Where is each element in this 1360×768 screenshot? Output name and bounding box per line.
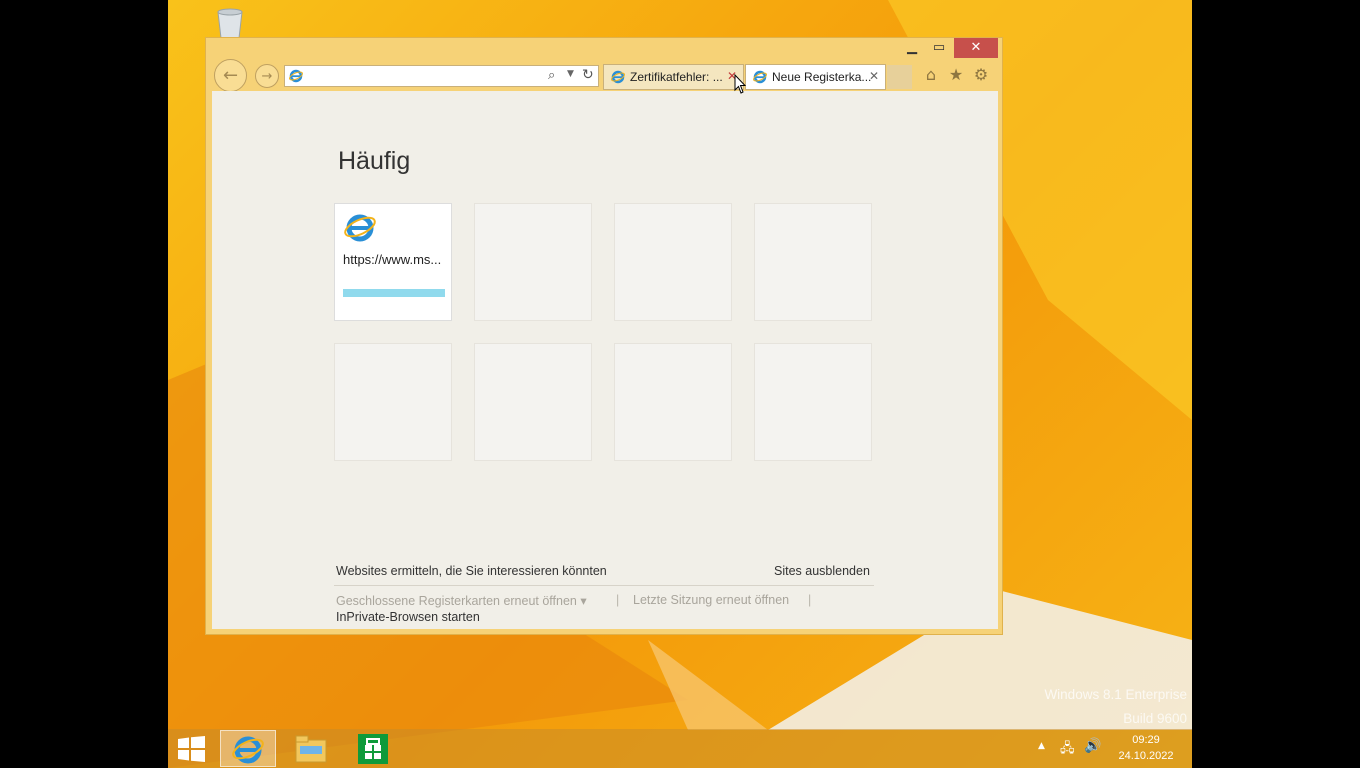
taskbar-store[interactable] (345, 730, 401, 767)
back-arrow-icon: ← (222, 65, 239, 86)
windows-watermark: Windows 8.1 Enterprise Build 9600 (1044, 683, 1187, 731)
discover-sites-link[interactable]: Websites ermitteln, die Sie interessiere… (336, 564, 607, 578)
store-icon (358, 734, 388, 764)
new-tab-page: Häufig https://www.ms... Websites ermitt… (212, 91, 998, 629)
chevron-down-icon[interactable]: ▼ (567, 69, 574, 79)
maximize-button[interactable]: ▭ (928, 38, 950, 58)
close-tab-icon[interactable]: ✕ (869, 69, 879, 83)
desktop: ▁ ▭ ✕ ← → ⌕ ▼ ↻ Zertifikatfehler: ... ✕ … (168, 0, 1192, 768)
search-icon[interactable]: ⌕ (548, 68, 555, 83)
home-icon[interactable]: ⌂ (921, 65, 941, 85)
empty-tile (614, 343, 732, 461)
refresh-icon[interactable]: ↻ (582, 67, 594, 83)
reopen-last-session-link[interactable]: Letzte Sitzung erneut öffnen (633, 593, 789, 607)
empty-tile (474, 343, 592, 461)
recycle-bin-icon[interactable] (212, 6, 248, 40)
new-tab-button[interactable] (887, 65, 912, 89)
minimize-button[interactable]: ▁ (902, 38, 922, 58)
forward-arrow-icon: → (261, 68, 273, 84)
windows-start-icon[interactable] (178, 736, 205, 762)
hide-sites-link[interactable]: Sites ausblenden (774, 564, 870, 578)
taskbar-internet-explorer[interactable] (220, 730, 276, 767)
tab-label: Zertifikatfehler: ... (630, 70, 723, 84)
separator: | (616, 593, 620, 607)
forward-button[interactable]: → (255, 64, 279, 88)
taskbar: ▲ 🖧 🔊 09:29 24.10.2022 (168, 729, 1192, 768)
close-window-button[interactable]: ✕ (954, 38, 998, 58)
tile-usage-bar (343, 289, 445, 297)
clock-time[interactable]: 09:29 (1114, 734, 1178, 746)
gear-icon[interactable]: ⚙ (971, 65, 991, 85)
reopen-closed-tabs-link[interactable]: Geschlossene Registerkarten erneut öffne… (336, 593, 587, 608)
watermark-edition: Windows 8.1 Enterprise (1044, 687, 1187, 702)
empty-tile (614, 203, 732, 321)
page-title: Häufig (338, 147, 411, 175)
frequent-site-tile[interactable]: https://www.ms... (334, 203, 452, 321)
empty-tile (754, 203, 872, 321)
network-icon[interactable]: 🖧 (1060, 739, 1075, 761)
separator: | (808, 593, 812, 607)
empty-tile (474, 203, 592, 321)
mouse-cursor-icon (734, 74, 746, 94)
tab-certificate-error[interactable]: Zertifikatfehler: ... ✕ (603, 64, 744, 90)
tab-new-tab[interactable]: Neue Registerka... ✕ (745, 64, 886, 90)
show-hidden-icons-icon[interactable]: ▲ (1038, 741, 1045, 751)
folder-icon (295, 735, 327, 763)
address-input[interactable] (305, 68, 545, 84)
empty-tile (754, 343, 872, 461)
taskbar-file-explorer[interactable] (283, 730, 339, 767)
ie-logo-icon (611, 70, 625, 84)
inprivate-browsing-link[interactable]: InPrivate-Browsen starten (336, 610, 480, 624)
back-button[interactable]: ← (214, 59, 247, 92)
ie-logo-icon (289, 69, 303, 83)
ie-logo-icon (232, 736, 264, 764)
address-bar: ⌕ ▼ ↻ (284, 65, 599, 87)
clock-date[interactable]: 24.10.2022 (1114, 750, 1178, 762)
tile-label: https://www.ms... (343, 252, 442, 267)
ie-logo-icon (344, 214, 376, 242)
ie-logo-icon (753, 70, 767, 84)
volume-icon[interactable]: 🔊 (1084, 738, 1101, 754)
internet-explorer-window: ▁ ▭ ✕ ← → ⌕ ▼ ↻ Zertifikatfehler: ... ✕ … (205, 37, 1003, 635)
empty-tile (334, 343, 452, 461)
tab-label: Neue Registerka... (772, 70, 872, 84)
divider (334, 585, 874, 586)
star-icon[interactable]: ★ (946, 65, 966, 85)
watermark-build: Build 9600 (1123, 711, 1187, 726)
